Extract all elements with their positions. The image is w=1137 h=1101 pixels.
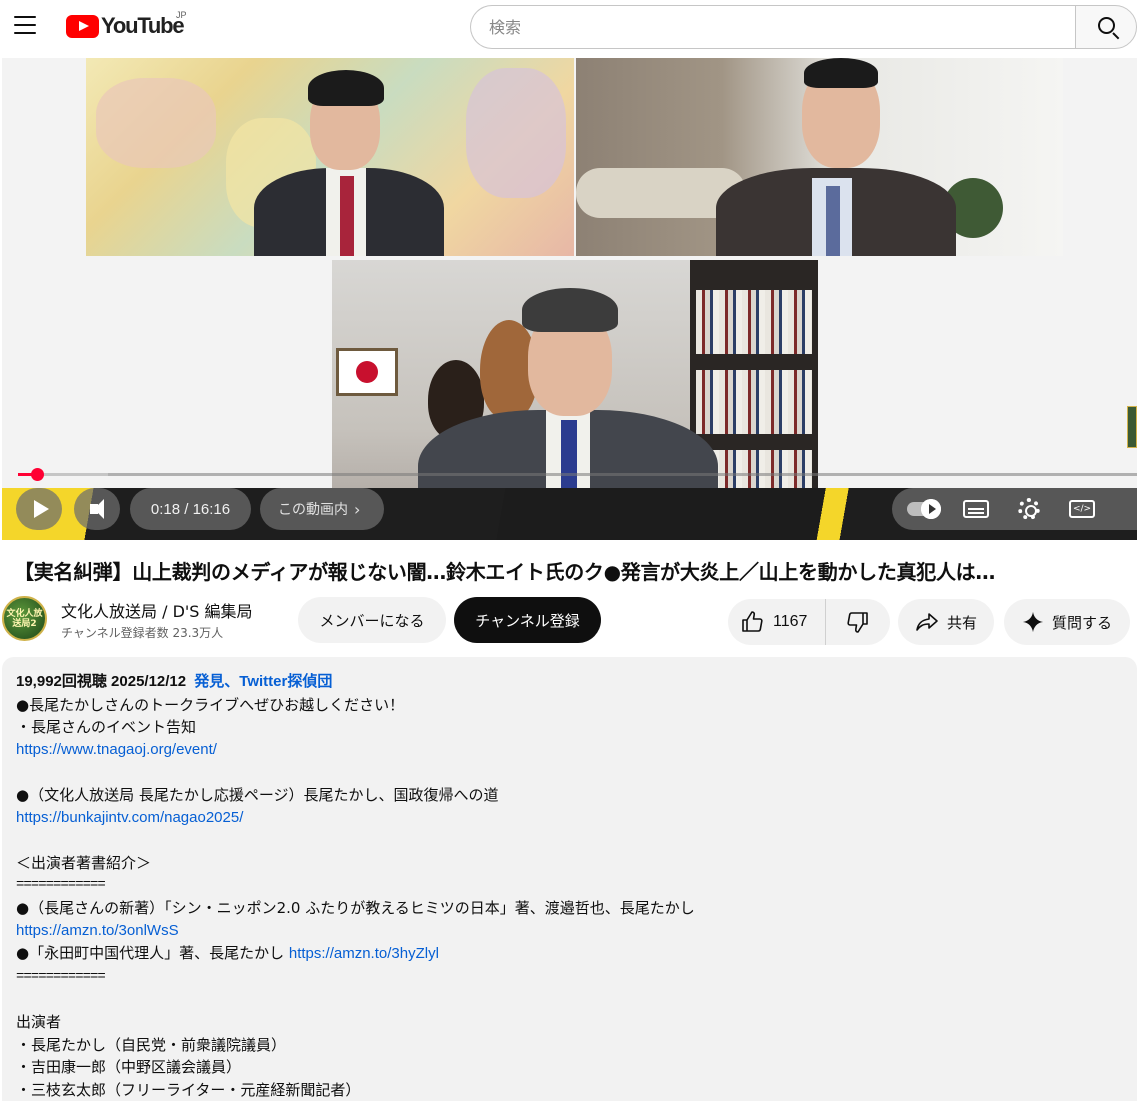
description-blank [16,829,1123,852]
gear-icon [1018,498,1040,520]
share-icon [916,613,938,631]
video-player[interactable]: 0:18 / 16:16 この動画内 › </> [2,58,1137,540]
chevron-right-icon: › [354,499,361,519]
ask-label: 質問する [1051,613,1112,632]
join-membership-button[interactable]: メンバーになる [298,597,446,643]
video-title: 【実名糾弾】山上裁判のメディアが報じない闇…鈴木エイト氏のク●発言が大炎上／山上… [14,560,996,584]
subtitles-button[interactable] [959,496,993,522]
description-line: ・長尾たかし（自民党・前衆議院議員） [16,1035,287,1054]
youtube-play-icon [66,14,99,38]
description-line: ＜出演者著書紹介＞ [16,853,152,872]
search-input[interactable] [470,5,1075,49]
channel-avatar[interactable]: 文化人放送局2 [2,596,47,641]
autoplay-icon [907,499,941,519]
theater-mode-button[interactable]: </> [1065,496,1099,522]
settings-button[interactable] [1012,496,1046,522]
description-line: ●（長尾さんの新著）「シン・ニッポン2.0 ふたりが教えるヒミツの日本」著、渡邉… [16,898,695,917]
search-icon [1098,17,1115,34]
description-text: ●「永田町中国代理人」著、長尾たかし [16,944,289,963]
description-line: ●「永田町中国代理人」著、長尾たかし https://amzn.to/3hyZl… [16,942,1123,966]
description-line: ●長尾たかしさんのトークライブへぜひお越しください！ [16,695,405,714]
share-label: 共有 [946,613,977,632]
search-bar [470,5,1137,49]
description-link[interactable]: https://amzn.to/3hyZlyl [289,945,439,962]
masthead: YouTube JP [0,0,1137,56]
channel-watermark [1127,406,1137,448]
menu-icon[interactable] [14,16,36,34]
sparkle-icon [1022,611,1044,633]
volume-icon [90,499,104,519]
youtube-logo[interactable]: YouTube [66,13,185,39]
dislike-button[interactable] [826,599,890,645]
description-line: ●（文化人放送局 長尾たかし応援ページ）長尾たかし、国政復帰への道 [16,785,499,804]
description-panel[interactable]: 19,992回視聴 2025/12/12 発見、Twitter探偵団 ●長尾たか… [2,657,1137,1101]
description-line: 出演者 [16,1012,62,1031]
description-line: ・長尾さんのイベント告知 [16,718,197,737]
like-dislike-group: 1167 [728,599,890,645]
description-separator: ============ [16,968,106,985]
like-button[interactable]: 1167 [728,599,826,645]
subscribe-button[interactable]: チャンネル登録 [454,597,601,643]
progress-bar[interactable] [18,473,1137,476]
country-code: JP [176,10,187,20]
video-frame-top-left [86,58,574,256]
theater-icon: </> [1069,500,1095,518]
chapter-label: この動画内 [278,502,348,518]
description-line: ・三枝玄太郎（フリーライター・元産経新聞記者） [16,1080,361,1099]
share-button[interactable]: 共有 [898,599,994,645]
description-separator: ============ [16,877,106,894]
subscriber-count: チャンネル登録者数 23.3万人 [61,626,224,640]
subtitles-icon [963,500,989,518]
autoplay-toggle[interactable] [906,496,941,522]
player-right-controls: </> [892,488,1137,530]
thumbs-up-icon [742,611,763,632]
description-link[interactable]: https://www.tnagaoj.org/event/ [16,739,1123,762]
logo-text: YouTube [101,13,185,38]
description-blank [16,761,1123,784]
thumbs-down-icon [847,612,868,633]
progress-scrubber[interactable] [31,468,44,481]
like-count: 1167 [773,613,808,630]
avatar-text: 文化人放送局2 [6,608,43,629]
description-link[interactable]: https://amzn.to/3onlWsS [16,920,1123,943]
video-frame-top-right [576,58,1063,256]
views-date: 19,992回視聴 2025/12/12 [16,673,187,690]
volume-button[interactable] [74,488,120,530]
chapter-button[interactable]: この動画内 › [260,488,384,530]
channel-name[interactable]: 文化人放送局 / D'S 編集局 [61,598,253,622]
description-line: ・吉田康一郎（中野区議会議員） [16,1058,242,1077]
search-button[interactable] [1075,5,1137,49]
time-display: 0:18 / 16:16 [130,488,251,530]
flag-icon [336,348,398,396]
description-blank [16,988,1123,1011]
play-button[interactable] [16,488,62,530]
ask-button[interactable]: 質問する [1004,599,1130,645]
description-link[interactable]: https://bunkajintv.com/nagao2025/ [16,807,1123,830]
hashtag-links[interactable]: 発見、Twitter探偵団 [194,673,332,690]
description-meta: 19,992回視聴 2025/12/12 発見、Twitter探偵団 [16,671,1123,694]
